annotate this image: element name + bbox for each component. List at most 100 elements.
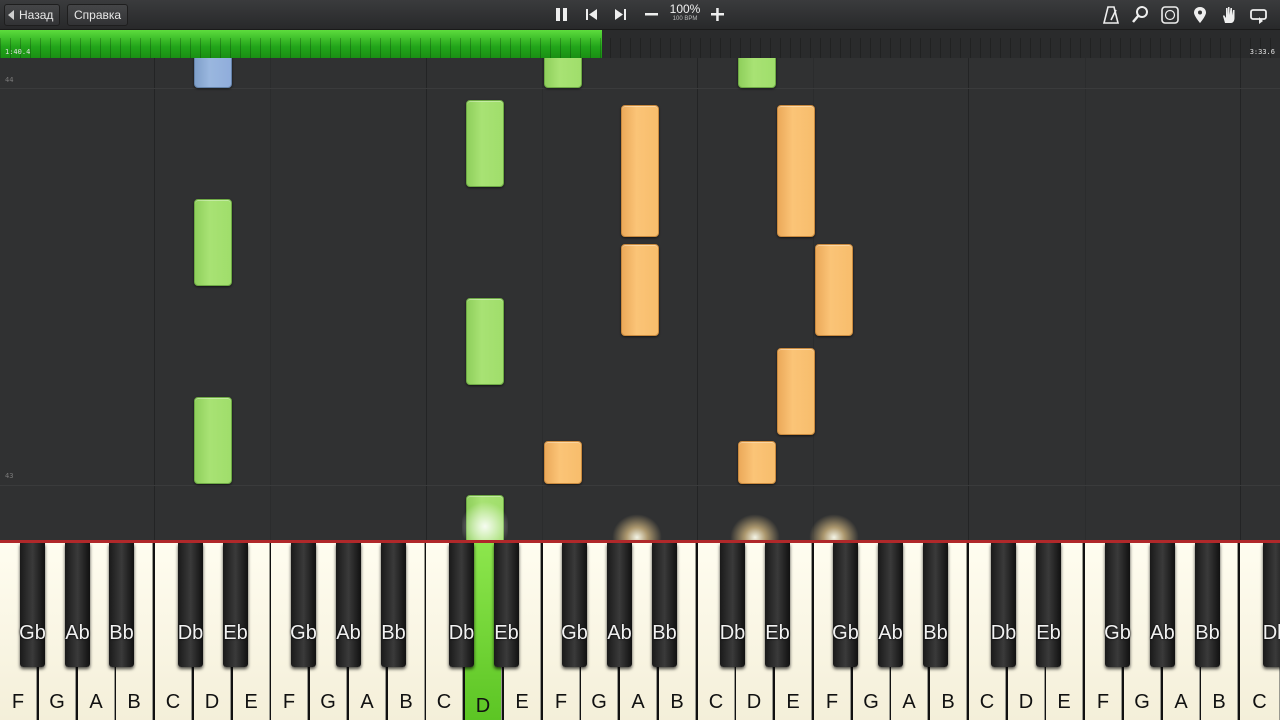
piano-key-black[interactable]: Db [720, 543, 745, 667]
piano-key-black[interactable]: Gb [19, 543, 46, 667]
key-hit-spark [730, 514, 780, 540]
piano-key-black[interactable]: Eb [223, 543, 248, 667]
help-button[interactable]: Справка [67, 4, 129, 26]
piano-roll: 44 43 [0, 58, 1280, 540]
piano-keyboard[interactable]: F G A B C D E F G A B C D E F G A B C D … [0, 543, 1280, 720]
piano-key-black[interactable]: Db [449, 543, 474, 667]
piano-key-black[interactable]: Bb [109, 543, 134, 667]
key-label: A [89, 691, 103, 713]
tempo-percent: 100% [669, 2, 701, 16]
key-label: D [746, 691, 762, 713]
key-hit-spark [612, 514, 662, 540]
key-label: G [863, 691, 879, 713]
key-label: Ab [336, 622, 361, 644]
divider [542, 58, 543, 540]
key-label: A [1174, 691, 1188, 713]
progress-bar[interactable]: 1:40.4 3:33.6 [0, 30, 1280, 58]
note-block [544, 441, 582, 484]
key-label: E [1057, 691, 1071, 713]
piano-key-black[interactable]: Db [1263, 543, 1280, 667]
piano-key-black[interactable]: Ab [878, 543, 903, 667]
piano-key-black[interactable]: Db [991, 543, 1016, 667]
piano-key-black[interactable]: Gb [1104, 543, 1131, 667]
key-label: G [320, 691, 336, 713]
divider [1240, 58, 1241, 540]
key-label: C [1252, 691, 1267, 713]
key-label: Db [1262, 622, 1280, 644]
key-label: Db [990, 622, 1017, 644]
piano-key-black[interactable]: Ab [607, 543, 632, 667]
piano-key-black[interactable]: Eb [494, 543, 519, 667]
progress-ticks [0, 38, 1280, 58]
key-label: A [902, 691, 916, 713]
skip-forward-icon[interactable] [611, 5, 631, 25]
key-label: F [1096, 691, 1110, 713]
piano-key-black[interactable]: Bb [381, 543, 406, 667]
key-label: F [825, 691, 839, 713]
key-label: Db [448, 622, 475, 644]
key-hit-glow [462, 500, 508, 544]
location-pin-icon[interactable] [1190, 5, 1210, 25]
magnifier-icon[interactable] [1130, 5, 1150, 25]
piano-key-black[interactable]: Bb [1195, 543, 1220, 667]
note-block [194, 58, 232, 88]
key-hit-spark [809, 514, 859, 540]
note-block [777, 348, 815, 435]
loop-icon[interactable] [1249, 5, 1269, 25]
key-label: G [49, 691, 65, 713]
measure-line [0, 485, 1280, 486]
note-block [194, 397, 232, 484]
piano-key-black[interactable]: Db [178, 543, 203, 667]
back-button[interactable]: Назад [4, 4, 61, 26]
key-label: F [282, 691, 296, 713]
piano-key-black[interactable]: Ab [336, 543, 361, 667]
piano-key-black[interactable]: Eb [765, 543, 790, 667]
divider [968, 58, 969, 540]
minus-icon[interactable] [642, 5, 662, 25]
key-label: Gb [1104, 622, 1131, 644]
note-block [738, 58, 776, 88]
key-label: A [631, 691, 645, 713]
measure-number: 43 [5, 472, 14, 480]
note-block [621, 244, 659, 336]
note-block [466, 100, 504, 187]
key-label: Bb [652, 622, 677, 644]
piano-key-black[interactable]: Ab [65, 543, 90, 667]
note-block [466, 298, 504, 385]
skip-back-icon[interactable] [582, 5, 602, 25]
elapsed-time: 1:40.4 [5, 48, 31, 56]
piano-key-black[interactable]: Gb [290, 543, 317, 667]
key-label: Gb [290, 622, 317, 644]
divider [270, 58, 271, 540]
key-label: Db [719, 622, 746, 644]
pause-icon[interactable] [552, 5, 572, 25]
key-label: Bb [1195, 622, 1220, 644]
piano-key-black[interactable]: Gb [832, 543, 859, 667]
piano-key-black[interactable]: Gb [561, 543, 588, 667]
hand-icon[interactable] [1219, 5, 1239, 25]
piano-key-black[interactable]: Bb [652, 543, 677, 667]
key-label: Eb [765, 622, 790, 644]
tempo-bpm: 100 BPM [672, 16, 698, 22]
divider [697, 58, 698, 540]
measure-number: 44 [5, 76, 14, 84]
total-time: 3:33.6 [1249, 48, 1275, 56]
note-block [621, 105, 659, 237]
note-block [777, 105, 815, 237]
note-block [544, 58, 582, 88]
key-label: B [399, 691, 413, 713]
note-block [738, 441, 776, 484]
key-label: C [436, 691, 452, 713]
key-label: Gb [561, 622, 588, 644]
plus-icon[interactable] [708, 5, 728, 25]
piano-key-black[interactable]: Ab [1150, 543, 1175, 667]
note-label-icon[interactable] [1160, 5, 1180, 25]
metronome-icon[interactable] [1101, 5, 1121, 25]
divider [154, 58, 155, 540]
piano-key-black[interactable]: Bb [923, 543, 948, 667]
divider [1085, 58, 1086, 540]
key-label: C [979, 691, 995, 713]
key-label: B [670, 691, 684, 713]
piano-key-black[interactable]: Eb [1036, 543, 1061, 667]
key-label: Eb [494, 622, 519, 644]
